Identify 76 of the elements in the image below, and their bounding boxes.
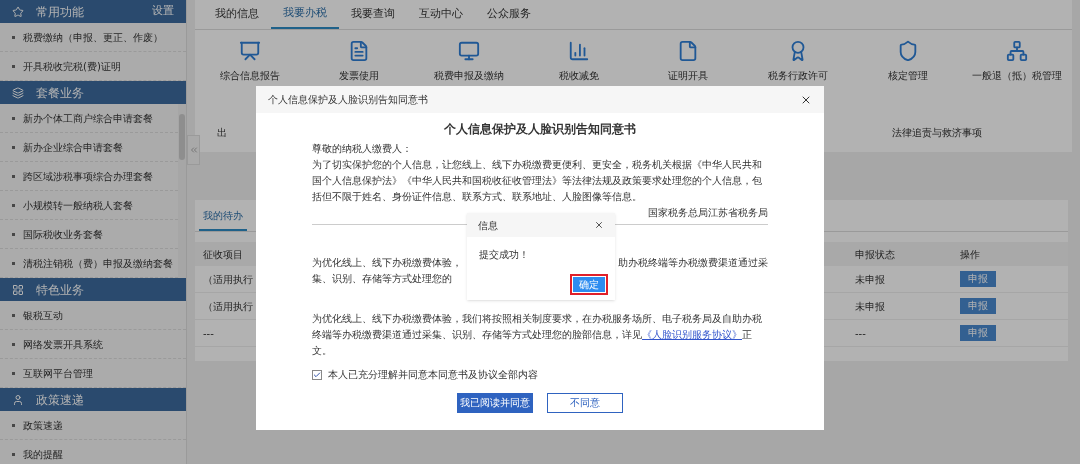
bullet-icon — [12, 371, 15, 375]
nav-tab[interactable]: 我的信息 — [203, 0, 271, 29]
nav-tab[interactable]: 公众服务 — [475, 0, 543, 29]
sidebar-item[interactable]: 政策速递 — [0, 411, 186, 440]
service-label[interactable]: 出 — [217, 125, 227, 140]
checkbox-label: 本人已充分理解并同意本同意书及协议全部内容 — [328, 368, 538, 382]
nav-tab[interactable]: 我要查询 — [339, 0, 407, 29]
disagree-button[interactable]: 不同意 — [547, 393, 623, 413]
bullet-icon — [12, 116, 15, 120]
monitor-icon — [458, 40, 481, 62]
column-header: 征收项目 — [203, 248, 243, 260]
presentation-icon — [238, 40, 261, 62]
user-icon — [12, 393, 24, 406]
bullet-icon — [12, 35, 15, 39]
bullet-icon — [12, 145, 15, 149]
bullet-icon — [12, 342, 15, 346]
service-tile[interactable]: 税收减免 — [528, 40, 629, 83]
section-title: 套餐业务 — [36, 84, 85, 102]
nav-tab[interactable]: 互动中心 — [407, 0, 475, 29]
bullet-icon — [12, 203, 15, 207]
scrollbar[interactable] — [178, 104, 186, 278]
service-tile[interactable]: 税务行政许可 — [747, 40, 848, 83]
table-cell: （适用执行 — [203, 273, 253, 285]
table-cell: （适用执行 — [203, 300, 253, 312]
bullet-icon — [12, 232, 15, 236]
section-title: 常用功能 — [36, 3, 85, 21]
agreement-link[interactable]: 《人脸识别服务协议》 — [642, 329, 742, 340]
paragraph-text: 为优化线上、线下办税缴费体验，我们将按照相关制度要求，在办税服务场所、电子税务局及自助办税终端等办税缴费渠道通过采集、识别、存储等方式处理您的脸部信息，详见《人脸识别服务协议》正文。 — [312, 312, 763, 358]
intro-paragraph: 为了切实保护您的个人信息，让您线上、线下办税缴费更便利、更安全，税务机关根据《中华人民共和国个人信息保护法》《中华人民共和国税收征收管理法》等法律法规及政策要求处理您的个人信息，包括但不限于姓名、身份证件信息、联系方式、联系地址、人脸图像等信息。 — [312, 158, 763, 204]
paragraph-text: 集、识别、存储等方式处理您的 — [312, 272, 452, 286]
service-tile[interactable]: 一般退（抵）税管理 — [967, 40, 1068, 83]
layers-icon — [12, 86, 24, 99]
settings-link[interactable]: 设置 — [152, 3, 174, 20]
column-header: 申报状态 — [855, 248, 895, 260]
success-message: 提交成功！ — [479, 248, 529, 262]
collapse-icon — [188, 145, 199, 155]
pending-tab[interactable]: 我的待办 — [199, 208, 247, 231]
agree-checkbox[interactable] — [312, 370, 322, 380]
star-icon — [12, 5, 24, 18]
dialog-title: 个人信息保护及人脸识别告知同意书 — [268, 93, 428, 107]
collapse-toggle[interactable] — [187, 135, 200, 165]
service-tile[interactable]: 证明开具 — [638, 40, 739, 83]
column-header: 操作 — [960, 247, 980, 262]
sidebar-item[interactable]: 我的提醒 — [0, 440, 186, 464]
close-icon[interactable] — [594, 220, 604, 230]
service-tile[interactable]: 税费申报及缴纳 — [419, 40, 520, 83]
service-tile[interactable]: 综合信息报告 — [199, 40, 300, 83]
table-cell: --- — [203, 327, 214, 339]
service-label[interactable]: 法律追责与救济事项 — [892, 125, 982, 140]
sidebar-item[interactable]: 网络发票开具系统 — [0, 330, 186, 359]
service-tile[interactable]: 核定管理 — [857, 40, 958, 83]
bullet-icon — [12, 261, 15, 265]
paragraph-text: 为优化线上、线下办税缴费体验， — [312, 256, 462, 270]
table-cell: 未申报 — [855, 300, 885, 312]
network-icon — [1006, 40, 1029, 62]
dialog-heading: 个人信息保护及人脸识别告知同意书 — [443, 121, 637, 137]
section-title: 特色业务 — [36, 281, 85, 299]
signature-text: 国家税务总局江苏省税务局 — [648, 206, 768, 220]
scroll-thumb[interactable] — [179, 114, 185, 160]
bar-chart-icon — [567, 40, 590, 62]
table-cell: 未申报 — [855, 273, 885, 285]
bullet-icon — [12, 313, 15, 317]
bullet-icon — [12, 423, 15, 427]
dialog-title: 信息 — [478, 218, 498, 233]
grid-icon — [12, 283, 24, 296]
table-cell: --- — [855, 327, 866, 339]
paragraph-text: 助办税终端等办税缴费渠道通过采 — [618, 256, 768, 270]
greeting-text: 尊敬的纳税人缴费人： — [312, 143, 412, 154]
sidebar-item[interactable]: 税费缴纳（申报、更正、作废） — [0, 23, 186, 52]
bullet-icon — [12, 174, 15, 178]
section-title: 政策速递 — [36, 391, 85, 409]
service-tile[interactable]: 发票使用 — [309, 40, 410, 83]
agree-button[interactable]: 我已阅读并同意 — [457, 393, 533, 413]
sidebar-item[interactable]: 银税互动 — [0, 301, 186, 330]
bullet-icon — [12, 452, 15, 456]
bullet-icon — [12, 64, 15, 68]
